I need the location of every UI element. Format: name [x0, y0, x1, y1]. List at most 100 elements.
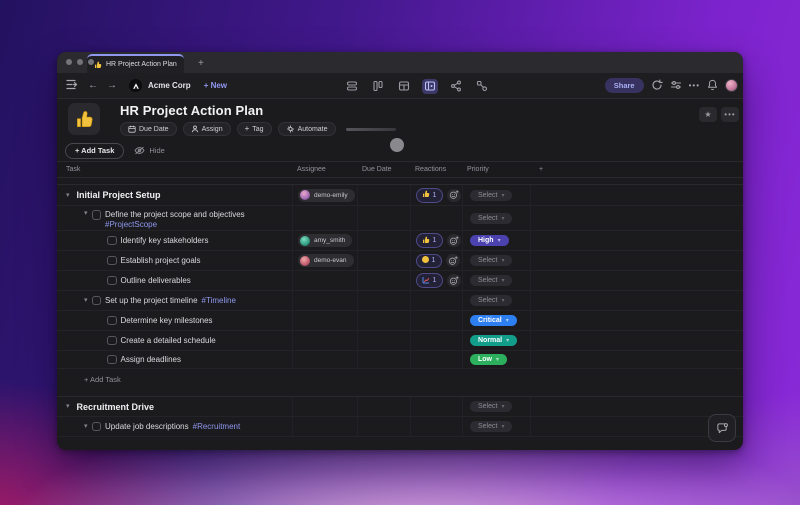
- task-checkbox[interactable]: [92, 296, 102, 306]
- hide-button[interactable]: Hide: [134, 146, 164, 155]
- collapse-caret-icon[interactable]: ▾: [66, 403, 70, 410]
- rows-icon[interactable]: [344, 79, 360, 94]
- share-button[interactable]: Share: [605, 78, 644, 93]
- due-date-cell[interactable]: [357, 231, 410, 250]
- priority-select[interactable]: Select▾: [470, 275, 512, 286]
- due-date-cell[interactable]: [357, 397, 410, 416]
- priority-select[interactable]: Select▾: [470, 295, 512, 306]
- table-row[interactable]: ▾Set up the project timeline#TimelineSel…: [57, 291, 743, 311]
- collapse-caret-icon[interactable]: ▾: [84, 297, 88, 304]
- assignee-chip[interactable]: amy_smith: [298, 234, 352, 247]
- table-row[interactable]: Identify key stakeholdersamy_smith1High▾: [57, 231, 743, 251]
- forward-button[interactable]: →: [107, 80, 117, 91]
- page-emoji-thumbs-up-icon[interactable]: [68, 103, 100, 135]
- reaction-chip[interactable]: 1: [416, 254, 442, 268]
- table-row[interactable]: Establish project goalsdemo-evan1Select▾: [57, 251, 743, 271]
- task-checkbox[interactable]: [107, 336, 117, 346]
- more-icon[interactable]: •••: [689, 81, 700, 90]
- task-checkbox[interactable]: [107, 316, 117, 326]
- priority-label: Select: [478, 297, 497, 304]
- table-row[interactable]: Create a detailed scheduleNormal▾: [57, 331, 743, 351]
- reaction-chip[interactable]: 1: [416, 188, 443, 203]
- task-tag[interactable]: #Recruitment: [193, 422, 241, 431]
- task-tag[interactable]: #ProjectScope: [105, 220, 245, 229]
- priority-select[interactable]: Select▾: [470, 190, 512, 201]
- task-checkbox[interactable]: [92, 210, 102, 220]
- automate-button[interactable]: Automate: [278, 122, 336, 136]
- priority-select[interactable]: Select▾: [470, 213, 512, 224]
- tag-button[interactable]: + Tag: [237, 122, 272, 136]
- due-date-cell[interactable]: [357, 331, 410, 350]
- group-row[interactable]: ▾Initial Project Setupdemo-emily1Select▾: [57, 184, 743, 206]
- due-date-cell[interactable]: [357, 251, 410, 270]
- sidebar-toggle-icon[interactable]: [66, 79, 79, 92]
- priority-select[interactable]: Select▾: [470, 421, 512, 432]
- due-date-cell[interactable]: [357, 185, 410, 205]
- due-date-cell[interactable]: [357, 351, 410, 368]
- share-nodes-icon[interactable]: [448, 79, 464, 94]
- priority-select[interactable]: Normal▾: [470, 335, 517, 346]
- table-row[interactable]: Outline deliverables1Select▾: [57, 271, 743, 291]
- task-checkbox[interactable]: [107, 355, 117, 365]
- table-row[interactable]: Assign deadlinesLow▾: [57, 351, 743, 369]
- task-checkbox[interactable]: [107, 256, 117, 266]
- add-reaction-button[interactable]: [447, 274, 461, 287]
- workflow-icon[interactable]: [474, 79, 490, 94]
- new-tab-button[interactable]: +: [194, 54, 208, 73]
- table-row[interactable]: Determine key milestonesCritical▾: [57, 311, 743, 331]
- board-icon[interactable]: [422, 79, 438, 94]
- assignee-chip[interactable]: demo-emily: [298, 189, 355, 202]
- workspace-logo[interactable]: [129, 79, 142, 92]
- collapse-caret-icon[interactable]: ▾: [84, 423, 88, 430]
- sliders-icon[interactable]: [670, 79, 682, 93]
- due-date-cell[interactable]: [357, 291, 410, 310]
- column-reactions[interactable]: Reactions: [410, 166, 462, 173]
- due-date-cell[interactable]: [357, 271, 410, 290]
- table-row[interactable]: ▾Update job descriptions#RecruitmentSele…: [57, 417, 743, 437]
- group-add-task-button[interactable]: + Add Task: [57, 369, 743, 390]
- add-reaction-button[interactable]: [447, 234, 461, 247]
- task-checkbox[interactable]: [107, 276, 117, 286]
- add-task-button[interactable]: + Add Task: [65, 143, 124, 159]
- due-date-button[interactable]: Due Date: [120, 122, 177, 136]
- reaction-chip[interactable]: 1: [416, 233, 443, 248]
- add-reaction-button[interactable]: [447, 189, 461, 202]
- due-date-cell[interactable]: [357, 311, 410, 330]
- priority-select[interactable]: Select▾: [470, 401, 512, 412]
- column-due-date[interactable]: Due Date: [357, 166, 410, 173]
- activity-icon[interactable]: [651, 79, 663, 93]
- add-reaction-button[interactable]: [446, 254, 460, 267]
- due-date-cell[interactable]: [357, 206, 410, 230]
- assignee-chip[interactable]: demo-evan: [298, 254, 354, 267]
- window-traffic-lights[interactable]: [66, 59, 94, 65]
- group-row[interactable]: ▾Recruitment DriveSelect▾: [57, 396, 743, 417]
- bell-icon[interactable]: [707, 79, 718, 93]
- column-assignee[interactable]: Assignee: [292, 166, 357, 173]
- reaction-chip[interactable]: 1: [416, 273, 443, 288]
- kanban-icon[interactable]: [370, 79, 386, 94]
- priority-select[interactable]: Critical▾: [470, 315, 517, 326]
- priority-select[interactable]: Select▾: [470, 255, 512, 266]
- active-tab[interactable]: HR Project Action Plan: [87, 54, 184, 73]
- column-task[interactable]: Task: [57, 166, 292, 173]
- workspace-name[interactable]: Acme Corp: [148, 81, 191, 90]
- table-row[interactable]: ▾Define the project scope and objectives…: [57, 206, 743, 231]
- user-avatar[interactable]: [725, 79, 738, 92]
- priority-select[interactable]: Low▾: [470, 354, 507, 365]
- task-checkbox[interactable]: [107, 236, 117, 246]
- feedback-button[interactable]: [708, 414, 736, 442]
- table-icon[interactable]: [396, 79, 412, 94]
- collapse-caret-icon[interactable]: ▾: [84, 210, 88, 217]
- back-button[interactable]: ←: [88, 80, 98, 91]
- collapse-caret-icon[interactable]: ▾: [66, 192, 70, 199]
- task-checkbox[interactable]: [92, 422, 102, 432]
- due-date-cell[interactable]: [357, 417, 410, 436]
- column-priority[interactable]: Priority: [462, 166, 530, 173]
- assign-button[interactable]: Assign: [183, 122, 231, 136]
- add-column-button[interactable]: +: [530, 166, 743, 173]
- task-tag[interactable]: #Timeline: [202, 296, 236, 305]
- new-item-button[interactable]: + New: [204, 81, 227, 90]
- favorite-star-button[interactable]: ★: [699, 107, 717, 122]
- priority-select[interactable]: High▾: [470, 235, 509, 246]
- page-more-button[interactable]: •••: [721, 107, 739, 122]
